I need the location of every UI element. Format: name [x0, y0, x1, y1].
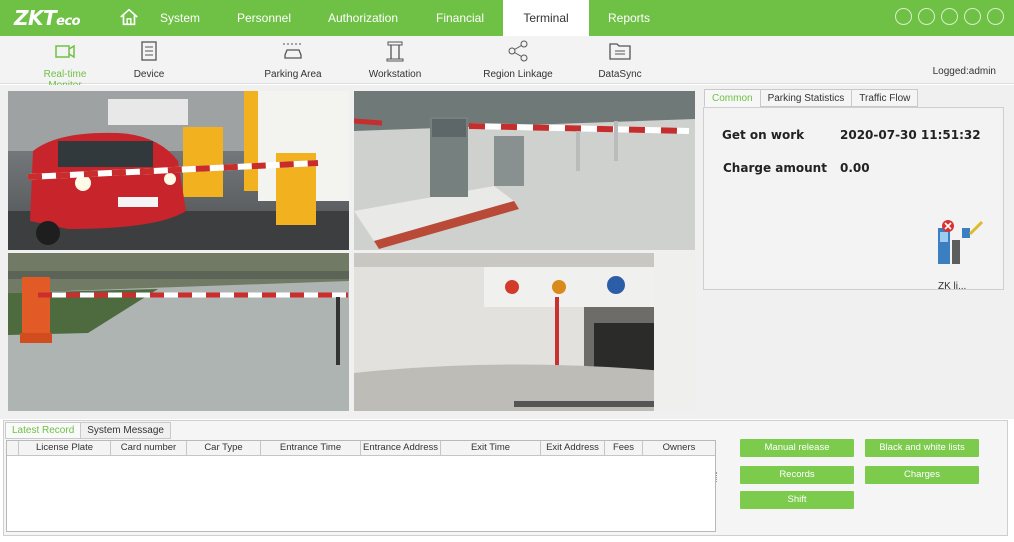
camera-icon: [55, 44, 75, 59]
folder-sync-icon: [609, 43, 631, 60]
info-icon[interactable]: [918, 8, 935, 25]
nav-terminal[interactable]: Terminal: [503, 0, 589, 36]
tab-latest-record[interactable]: Latest Record: [5, 422, 82, 439]
right-panel-tabs: Common Parking Statistics Traffic Flow: [704, 89, 919, 107]
settings-icon[interactable]: [895, 8, 912, 25]
row-header-cell: [7, 441, 19, 456]
column-exit-time[interactable]: Exit Time: [441, 441, 541, 456]
shift-button[interactable]: Shift: [740, 491, 854, 509]
tab-parking-statistics[interactable]: Parking Statistics: [759, 89, 853, 107]
get-on-work-value: 2020-07-30 11:51:32: [840, 128, 981, 142]
get-on-work-label: Get on work: [722, 128, 805, 142]
tool-workstation[interactable]: Workstation: [366, 40, 424, 80]
tool-realtime-monitor[interactable]: Real-time Monitor: [26, 40, 104, 91]
nav-reports[interactable]: Reports: [600, 0, 658, 36]
records-tabs: Latest Record System Message: [5, 422, 171, 439]
manual-release-button[interactable]: Manual release: [740, 439, 854, 457]
records-button[interactable]: Records: [740, 466, 854, 484]
logged-in-user: Logged:admin: [932, 66, 996, 77]
home-icon[interactable]: [118, 6, 140, 28]
car-icon: [283, 43, 303, 59]
tab-system-message[interactable]: System Message: [80, 422, 171, 439]
nav-authorization[interactable]: Authorization: [326, 0, 400, 36]
column-entrance-time[interactable]: Entrance Time: [261, 441, 361, 456]
records-table[interactable]: License Plate Card number Car Type Entra…: [6, 440, 716, 532]
camera-feed-4[interactable]: [354, 253, 695, 411]
nav-system[interactable]: System: [150, 0, 210, 36]
column-card-number[interactable]: Card number: [111, 441, 187, 456]
tab-traffic-flow[interactable]: Traffic Flow: [851, 89, 919, 107]
device-name-label: ZK li...: [938, 281, 967, 292]
column-entrance-address[interactable]: Entrance Address: [361, 441, 441, 456]
charges-button[interactable]: Charges: [865, 466, 979, 484]
black-white-lists-button[interactable]: Black and white lists: [865, 439, 979, 457]
close-icon[interactable]: [987, 8, 1004, 25]
charge-amount-value: 0.00: [840, 161, 870, 175]
nav-personnel[interactable]: Personnel: [232, 0, 296, 36]
table-header: License Plate Card number Car Type Entra…: [7, 441, 715, 456]
tool-datasync[interactable]: DataSync: [596, 40, 644, 80]
tool-region-linkage[interactable]: Region Linkage: [483, 40, 553, 80]
tool-device[interactable]: Device: [126, 40, 172, 80]
entrance-barrier-image: [8, 91, 349, 250]
splitter-handle[interactable]: [716, 472, 718, 482]
nav-financial[interactable]: Financial: [430, 0, 490, 36]
camera-feed-1[interactable]: [8, 91, 349, 250]
column-fees[interactable]: Fees: [605, 441, 643, 456]
barrier-arm-image: [8, 253, 349, 411]
minimize-icon[interactable]: [941, 8, 958, 25]
charge-amount-label: Charge amount: [723, 161, 827, 175]
device-icon: [141, 41, 157, 61]
underground-entry-image: [354, 253, 695, 411]
parking-gate-image: [354, 91, 695, 250]
share-icon: [508, 40, 528, 62]
maximize-icon[interactable]: [964, 8, 981, 25]
column-car-type[interactable]: Car Type: [187, 441, 261, 456]
tab-common[interactable]: Common: [704, 89, 761, 107]
column-exit-address[interactable]: Exit Address: [541, 441, 605, 456]
camera-feed-3[interactable]: [8, 253, 349, 411]
top-nav-bar: ZKTeco System Personnel Authorization Fi…: [0, 0, 1014, 36]
tool-parking-area[interactable]: Parking Area: [262, 40, 324, 80]
column-license-plate[interactable]: License Plate: [19, 441, 111, 456]
sub-toolbar: Real-time Monitor Device Parking Area Wo…: [0, 36, 1014, 91]
lpr-device-icon[interactable]: [930, 218, 986, 270]
camera-feed-2[interactable]: [354, 91, 695, 250]
monitor-area: Common Parking Statistics Traffic Flow G…: [0, 85, 1014, 419]
workstation-icon: [386, 41, 404, 62]
column-owners[interactable]: Owners: [643, 441, 715, 456]
zkteco-logo: ZKTeco: [14, 6, 81, 30]
